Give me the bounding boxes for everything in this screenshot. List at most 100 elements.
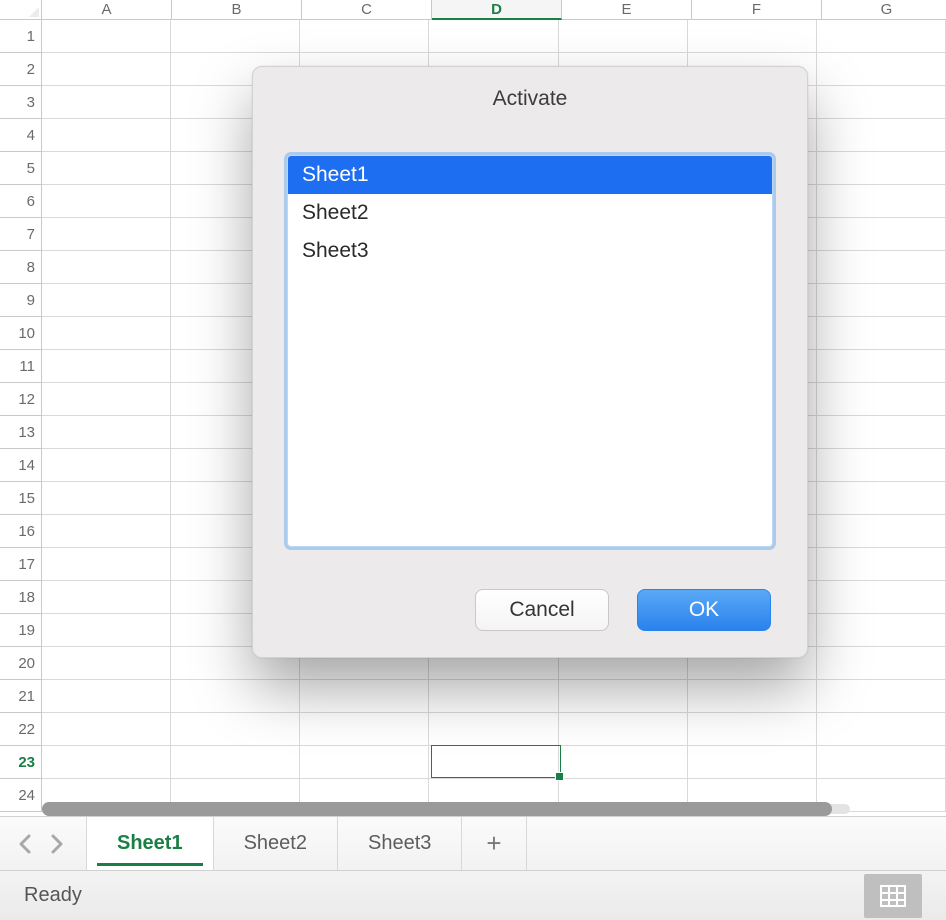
cell-G11[interactable] <box>817 350 946 383</box>
cell-G20[interactable] <box>817 647 946 680</box>
row-header-10[interactable]: 10 <box>0 317 42 350</box>
row-header-9[interactable]: 9 <box>0 284 42 317</box>
column-header-A[interactable]: A <box>42 0 172 20</box>
cell-G14[interactable] <box>817 449 946 482</box>
cell-A22[interactable] <box>42 713 171 746</box>
row-header-7[interactable]: 7 <box>0 218 42 251</box>
row-header-20[interactable]: 20 <box>0 647 42 680</box>
sheet-list-item[interactable]: Sheet3 <box>288 232 772 270</box>
cell-A15[interactable] <box>42 482 171 515</box>
cell-G19[interactable] <box>817 614 946 647</box>
cell-D21[interactable] <box>429 680 558 713</box>
column-header-C[interactable]: C <box>302 0 432 20</box>
row-header-12[interactable]: 12 <box>0 383 42 416</box>
cell-A19[interactable] <box>42 614 171 647</box>
cell-A8[interactable] <box>42 251 171 284</box>
cell-A2[interactable] <box>42 53 171 86</box>
row-header-15[interactable]: 15 <box>0 482 42 515</box>
cell-F21[interactable] <box>688 680 817 713</box>
normal-view-button[interactable] <box>864 874 922 918</box>
cell-G21[interactable] <box>817 680 946 713</box>
cell-G1[interactable] <box>817 20 946 53</box>
chevron-right-icon[interactable] <box>50 834 64 854</box>
row-header-21[interactable]: 21 <box>0 680 42 713</box>
cell-A9[interactable] <box>42 284 171 317</box>
cell-G9[interactable] <box>817 284 946 317</box>
cell-G5[interactable] <box>817 152 946 185</box>
row-header-11[interactable]: 11 <box>0 350 42 383</box>
row-header-14[interactable]: 14 <box>0 449 42 482</box>
cell-G18[interactable] <box>817 581 946 614</box>
cell-E23[interactable] <box>559 746 688 779</box>
cell-A4[interactable] <box>42 119 171 152</box>
cell-A16[interactable] <box>42 515 171 548</box>
column-header-F[interactable]: F <box>692 0 822 20</box>
cancel-button[interactable]: Cancel <box>475 589 609 631</box>
column-header-G[interactable]: G <box>822 0 946 20</box>
row-header-2[interactable]: 2 <box>0 53 42 86</box>
cell-A17[interactable] <box>42 548 171 581</box>
cell-C23[interactable] <box>300 746 429 779</box>
cell-B23[interactable] <box>171 746 300 779</box>
cell-E1[interactable] <box>559 20 688 53</box>
cell-A12[interactable] <box>42 383 171 416</box>
row-header-3[interactable]: 3 <box>0 86 42 119</box>
cell-G8[interactable] <box>817 251 946 284</box>
row-header-17[interactable]: 17 <box>0 548 42 581</box>
cell-A11[interactable] <box>42 350 171 383</box>
row-header-6[interactable]: 6 <box>0 185 42 218</box>
sheet-list-item[interactable]: Sheet1 <box>288 156 772 194</box>
cell-A21[interactable] <box>42 680 171 713</box>
sheet-list-item[interactable]: Sheet2 <box>288 194 772 232</box>
cell-G22[interactable] <box>817 713 946 746</box>
row-header-18[interactable]: 18 <box>0 581 42 614</box>
cell-A10[interactable] <box>42 317 171 350</box>
cell-B22[interactable] <box>171 713 300 746</box>
cell-G16[interactable] <box>817 515 946 548</box>
cell-A14[interactable] <box>42 449 171 482</box>
chevron-left-icon[interactable] <box>18 834 32 854</box>
cell-G7[interactable] <box>817 218 946 251</box>
add-sheet-button[interactable]: + <box>462 817 526 870</box>
cell-G2[interactable] <box>817 53 946 86</box>
sheet-tab-sheet2[interactable]: Sheet2 <box>214 817 338 870</box>
cell-G6[interactable] <box>817 185 946 218</box>
cell-G23[interactable] <box>817 746 946 779</box>
horizontal-scrollbar[interactable] <box>42 802 850 816</box>
cell-G4[interactable] <box>817 119 946 152</box>
cell-E22[interactable] <box>559 713 688 746</box>
cell-G10[interactable] <box>817 317 946 350</box>
row-header-5[interactable]: 5 <box>0 152 42 185</box>
cell-C22[interactable] <box>300 713 429 746</box>
row-header-16[interactable]: 16 <box>0 515 42 548</box>
cell-G17[interactable] <box>817 548 946 581</box>
ok-button[interactable]: OK <box>637 589 771 631</box>
row-header-4[interactable]: 4 <box>0 119 42 152</box>
cell-A3[interactable] <box>42 86 171 119</box>
cell-C21[interactable] <box>300 680 429 713</box>
column-header-E[interactable]: E <box>562 0 692 20</box>
sheet-tab-sheet1[interactable]: Sheet1 <box>87 817 214 870</box>
cell-A7[interactable] <box>42 218 171 251</box>
scrollbar-thumb[interactable] <box>42 802 832 816</box>
sheet-list[interactable]: Sheet1Sheet2Sheet3 <box>287 155 773 547</box>
cell-A13[interactable] <box>42 416 171 449</box>
cell-G3[interactable] <box>817 86 946 119</box>
cell-G13[interactable] <box>817 416 946 449</box>
cell-D22[interactable] <box>429 713 558 746</box>
cell-A6[interactable] <box>42 185 171 218</box>
cell-A18[interactable] <box>42 581 171 614</box>
cell-F22[interactable] <box>688 713 817 746</box>
row-header-19[interactable]: 19 <box>0 614 42 647</box>
cell-A5[interactable] <box>42 152 171 185</box>
cell-D1[interactable] <box>429 20 558 53</box>
cell-B21[interactable] <box>171 680 300 713</box>
column-header-B[interactable]: B <box>172 0 302 20</box>
row-header-23[interactable]: 23 <box>0 746 42 779</box>
row-header-24[interactable]: 24 <box>0 779 42 812</box>
cell-G12[interactable] <box>817 383 946 416</box>
column-header-D[interactable]: D <box>432 0 562 20</box>
sheet-tab-sheet3[interactable]: Sheet3 <box>338 817 462 870</box>
row-header-22[interactable]: 22 <box>0 713 42 746</box>
cell-G15[interactable] <box>817 482 946 515</box>
